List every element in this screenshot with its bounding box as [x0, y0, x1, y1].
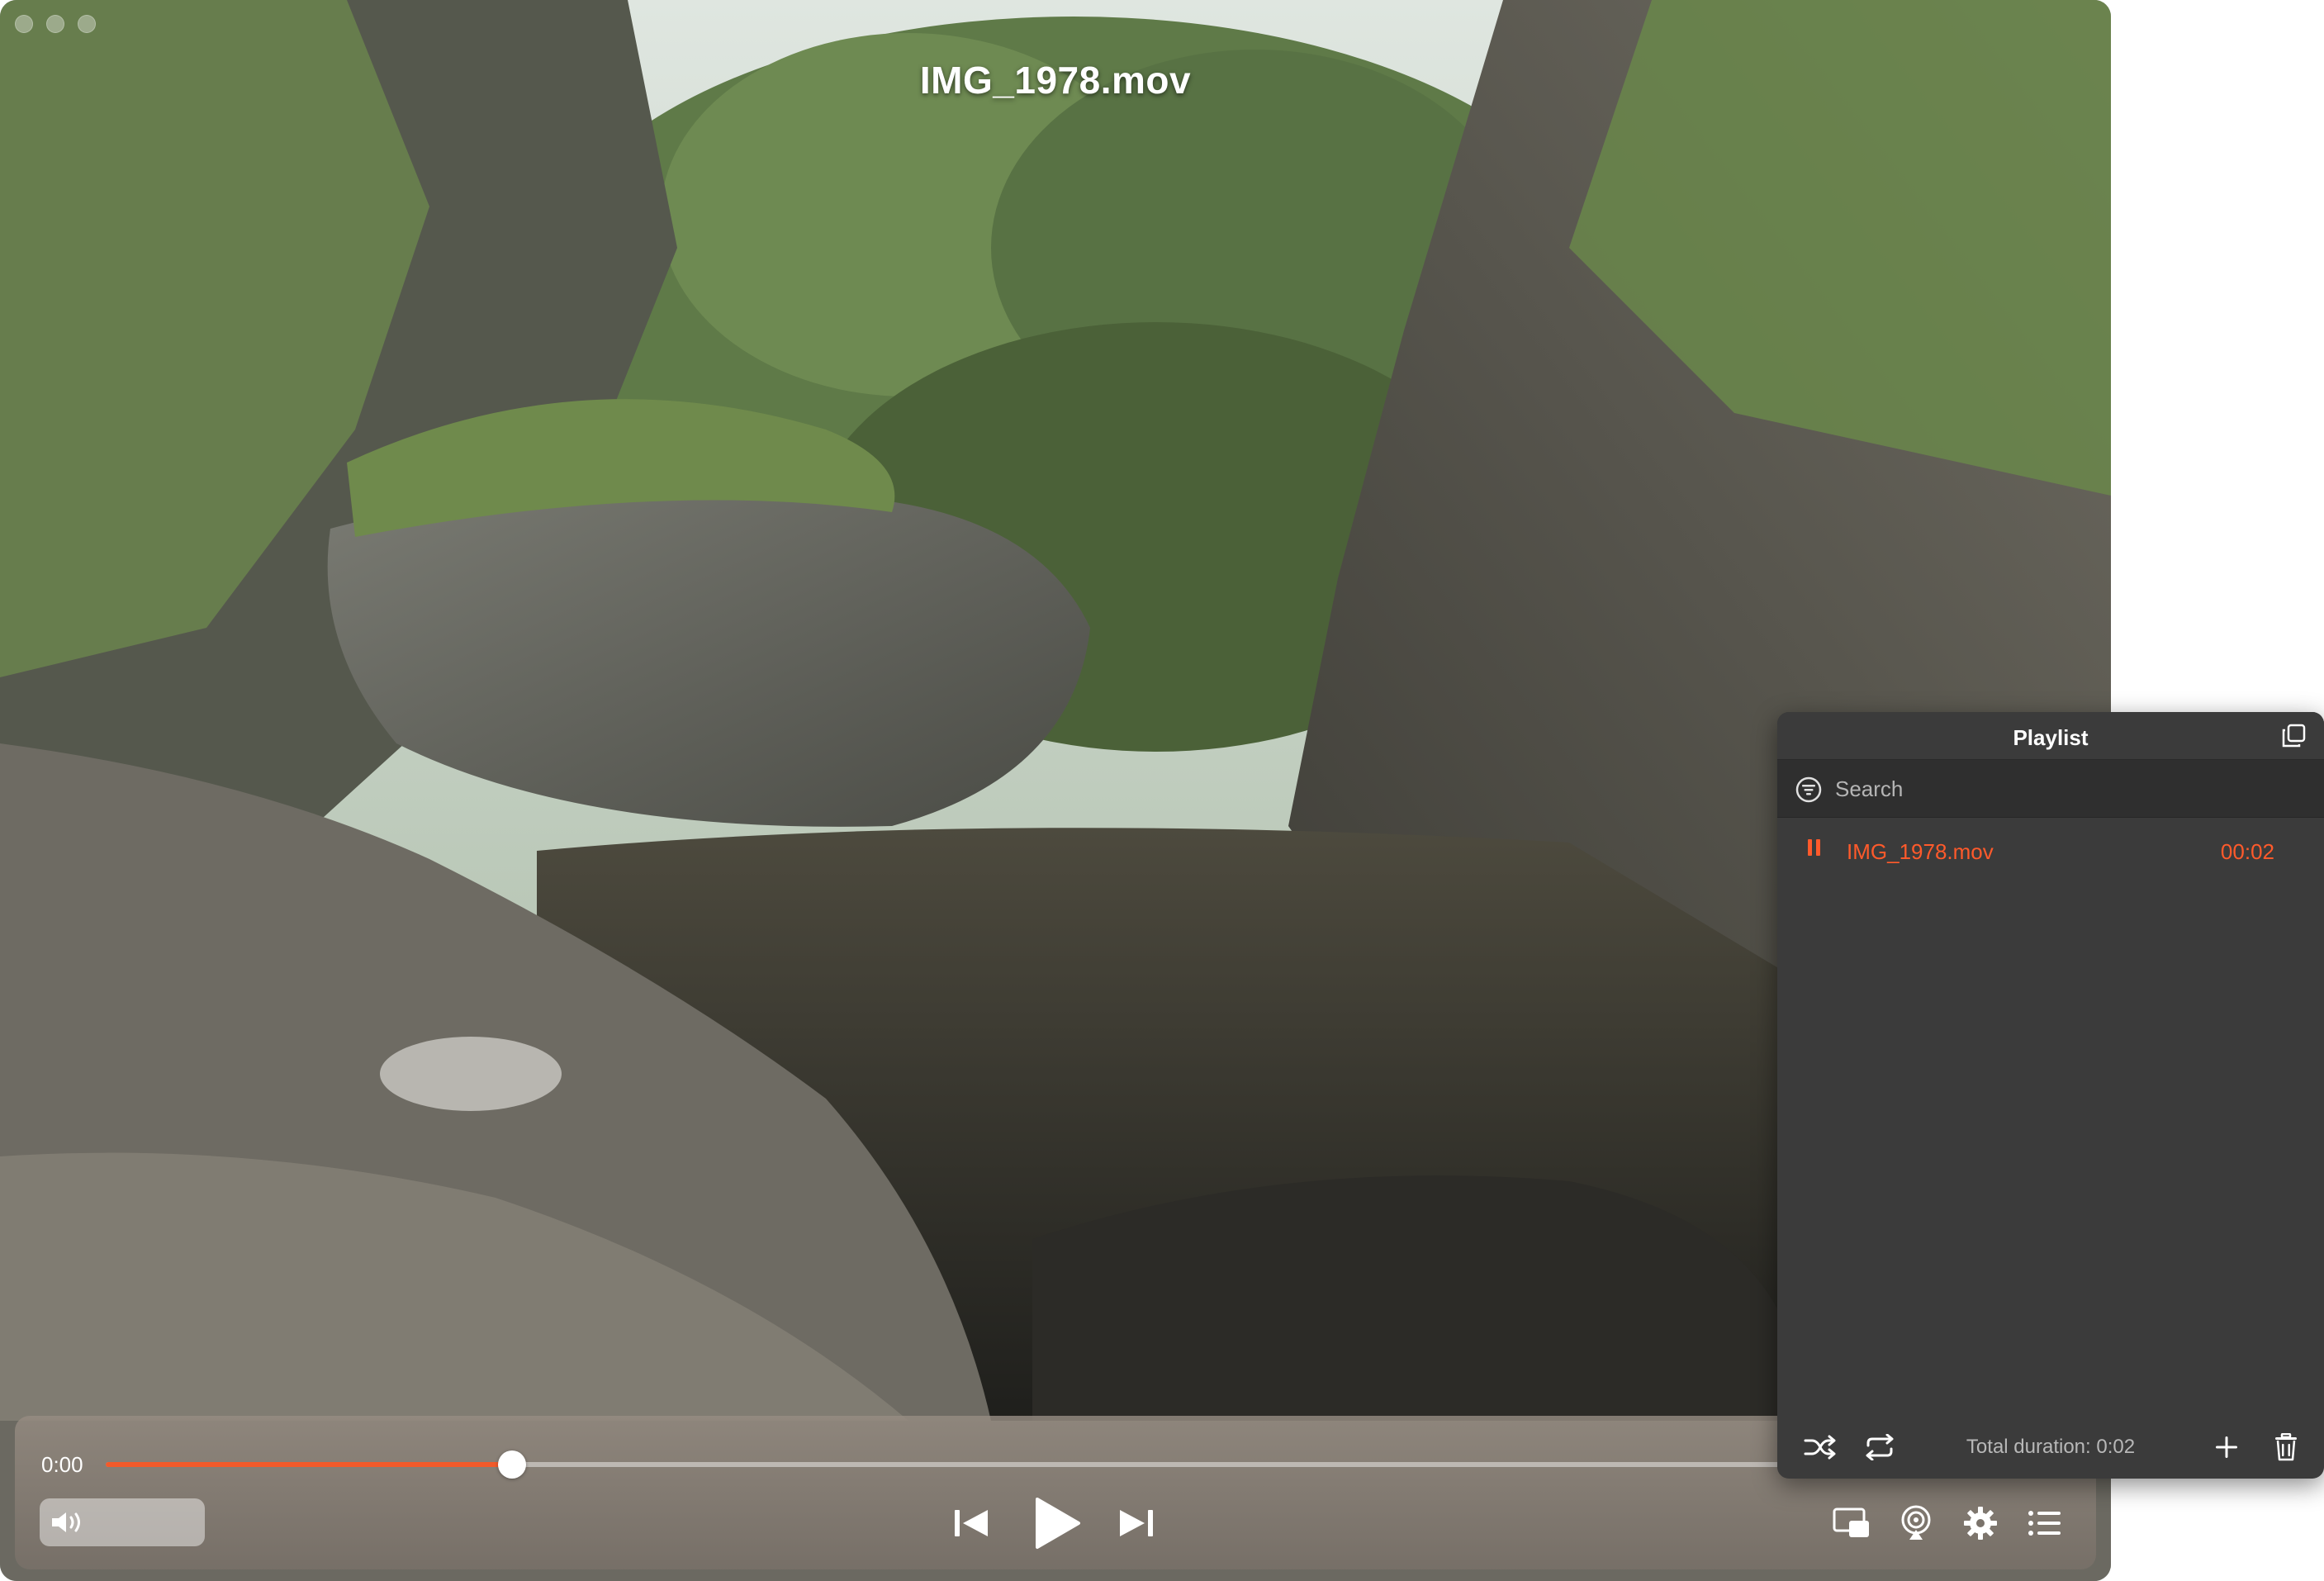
- previous-button[interactable]: [948, 1498, 994, 1548]
- clear-playlist-button[interactable]: [2268, 1429, 2304, 1465]
- search-input[interactable]: [1835, 772, 2298, 806]
- airplay-button[interactable]: [1891, 1498, 1941, 1548]
- transport-controls: [15, 1490, 2096, 1556]
- play-button[interactable]: [1024, 1490, 1090, 1556]
- pause-icon: [1808, 839, 1820, 856]
- playlist-search: [1777, 760, 2324, 818]
- filter-icon: [1795, 776, 1822, 803]
- close-window-button[interactable]: [15, 15, 33, 33]
- picture-in-picture-button[interactable]: [1827, 1498, 1876, 1548]
- skip-next-icon: [1120, 1510, 1153, 1536]
- playlist-toggle-button[interactable]: [2020, 1498, 2070, 1548]
- playlist-item-duration: 00:02: [2220, 839, 2274, 864]
- seek-progress: [106, 1462, 512, 1467]
- plus-icon: [2216, 1436, 2237, 1458]
- play-icon: [1036, 1498, 1080, 1549]
- trash-icon: [2275, 1433, 2297, 1461]
- playlist-title: Playlist: [2013, 725, 2089, 750]
- zoom-window-button[interactable]: [78, 15, 96, 33]
- seek-thumb[interactable]: [498, 1450, 526, 1479]
- playlist-header: Playlist: [1777, 712, 2324, 760]
- window-controls: [15, 15, 96, 33]
- current-time: 0:00: [41, 1452, 83, 1477]
- detach-window-icon: [2282, 724, 2306, 748]
- add-item-button[interactable]: [2208, 1429, 2245, 1465]
- airplay-icon: [1901, 1505, 1931, 1540]
- playlist-item-name: IMG_1978.mov: [1847, 839, 1994, 864]
- video-title: IMG_1978.mov: [919, 59, 1192, 102]
- detach-playlist-button[interactable]: [2281, 724, 2306, 748]
- list-icon: [2028, 1511, 2061, 1536]
- settings-button[interactable]: [1956, 1498, 2005, 1548]
- playlist-item[interactable]: IMG_1978.mov 00:02: [1777, 821, 2324, 879]
- next-button[interactable]: [1113, 1498, 1160, 1548]
- playlist-footer: Total duration: 0:02: [1777, 1414, 2324, 1479]
- playlist-panel: Playlist IMG_1978.mov 00:02: [1777, 712, 2324, 1479]
- skip-previous-icon: [955, 1510, 988, 1536]
- picture-in-picture-icon: [1833, 1507, 1869, 1537]
- minimize-window-button[interactable]: [46, 15, 64, 33]
- gear-icon: [1964, 1507, 1997, 1540]
